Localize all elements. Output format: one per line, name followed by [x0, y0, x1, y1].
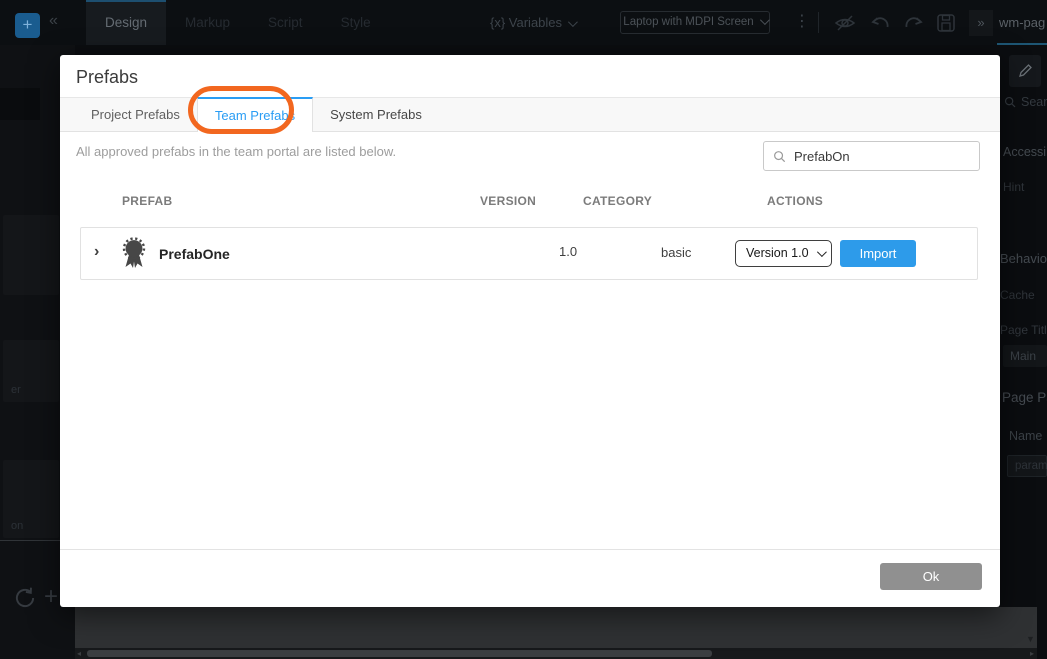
tab-style[interactable]: Style [322, 0, 390, 45]
toolbar-divider [818, 12, 819, 33]
column-header-version: VERSION [480, 194, 536, 208]
prefab-category: basic [661, 245, 691, 260]
preview-eye-off-icon[interactable] [834, 13, 856, 38]
add-page-button[interactable]: + [15, 13, 40, 38]
properties-search[interactable]: Sear [1004, 95, 1047, 109]
device-selector[interactable]: Laptop with MDPI Screen [620, 11, 770, 34]
prefab-name: PrefabOne [159, 246, 230, 262]
tab-script[interactable]: Script [249, 0, 322, 45]
expand-pages-icon[interactable]: » [969, 10, 993, 36]
chevron-down-icon [817, 247, 827, 257]
prefab-search-box [763, 141, 980, 171]
prefab-badge-icon [120, 236, 148, 277]
scroll-left-icon[interactable]: ◂ [77, 648, 81, 659]
widget-tile-label: on [11, 520, 23, 532]
scroll-down-icon[interactable]: ▼ [1026, 634, 1035, 644]
tab-design[interactable]: Design [86, 0, 166, 45]
param-name-input[interactable]: param [1007, 455, 1047, 477]
dialog-title: Prefabs [76, 67, 138, 88]
editor-mode-tabs: Design Markup Script Style [86, 0, 390, 45]
page-title-input[interactable]: Main [1003, 345, 1047, 367]
horizontal-scrollbar[interactable]: ◂ ▸ [75, 648, 1037, 659]
undo-icon[interactable] [869, 13, 891, 38]
ok-button[interactable]: Ok [880, 563, 982, 590]
more-options-icon[interactable]: ⋮ [794, 11, 810, 31]
top-toolbar: + « Design Markup Script Style {x} Varia… [0, 0, 1047, 45]
search-icon [1004, 96, 1016, 108]
import-button[interactable]: Import [840, 240, 916, 267]
save-icon[interactable] [936, 13, 956, 38]
dialog-footer: Ok [60, 549, 1000, 607]
chevron-down-icon [760, 15, 770, 25]
dialog-description: All approved prefabs in the team portal … [76, 144, 396, 159]
version-select[interactable]: Version 1.0 [735, 240, 832, 267]
redo-icon[interactable] [903, 13, 925, 38]
horizontal-scrollbar-thumb[interactable] [87, 650, 712, 657]
page-title-value: Main [1010, 349, 1036, 363]
variables-menu[interactable]: {x} Variables [490, 0, 575, 45]
page-title-property-label: Page Title [1000, 323, 1047, 337]
name-column-header: Name [1009, 429, 1042, 443]
accessibility-section-header: Accessib [1003, 145, 1047, 159]
prefab-table-row[interactable]: › PrefabOne 1.0 basic Version 1.0 Import [80, 227, 978, 280]
refresh-icon[interactable] [12, 585, 38, 616]
tab-markup[interactable]: Markup [166, 0, 249, 45]
widget-tile[interactable] [3, 215, 59, 295]
design-canvas [75, 607, 1037, 648]
prefabs-dialog: Prefabs Project Prefabs Team Prefabs Sys… [60, 55, 1000, 607]
column-header-prefab: PREFAB [122, 194, 172, 208]
page-params-section-header: Page Pa [1002, 390, 1047, 405]
chevron-down-icon [568, 17, 578, 27]
edit-pencil-icon[interactable] [1009, 55, 1041, 87]
wavemaker-studio-screen: + « Design Markup Script Style {x} Varia… [0, 0, 1047, 659]
widget-tile[interactable]: on [3, 460, 59, 538]
row-expander-icon[interactable]: › [94, 243, 99, 261]
page-tab-wm-page[interactable]: wm-pag [999, 0, 1045, 45]
prefab-search-input[interactable] [794, 142, 974, 170]
widget-group-block [0, 88, 40, 120]
tab-system-prefabs[interactable]: System Prefabs [313, 98, 439, 131]
tab-team-prefabs[interactable]: Team Prefabs [197, 97, 313, 132]
widget-tile[interactable]: er [3, 340, 59, 402]
search-icon [773, 150, 786, 163]
param-name-value: param [1015, 460, 1047, 472]
column-header-category: CATEGORY [583, 194, 652, 208]
widget-tile-label: er [11, 384, 21, 396]
canvas-right-edge [1037, 607, 1047, 659]
add-widget-icon[interactable]: + [44, 583, 58, 611]
collapse-panel-icon[interactable]: « [49, 12, 58, 30]
hint-property-label: Hint [1003, 180, 1024, 194]
tab-project-prefabs[interactable]: Project Prefabs [74, 98, 197, 131]
prefab-version: 1.0 [559, 244, 577, 259]
behavior-section-header: Behavior [1000, 251, 1047, 266]
prefab-tabs: Project Prefabs Team Prefabs System Pref… [60, 97, 1000, 132]
properties-panel: Sear Accessib Hint Behavior Cache Page T… [1000, 45, 1047, 607]
cache-property-label: Cache [1000, 288, 1035, 302]
column-header-actions: ACTIONS [767, 194, 823, 208]
scroll-right-icon[interactable]: ▸ [1030, 648, 1034, 659]
